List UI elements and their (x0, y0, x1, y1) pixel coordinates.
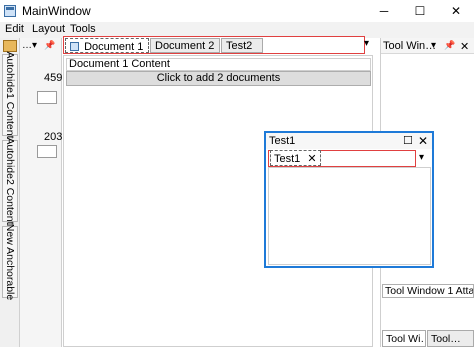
document-icon (70, 42, 79, 51)
menu-edit[interactable]: Edit (5, 23, 24, 35)
maximize-button[interactable]: ☐ (402, 0, 438, 22)
autohide-tab-2[interactable]: Autohide2 Content (2, 137, 18, 225)
menu-tools[interactable]: Tools (70, 23, 96, 35)
add-documents-button[interactable]: Click to add 2 documents (66, 71, 371, 86)
right-pane-pin-icon[interactable]: 📌 (444, 40, 455, 51)
autohide-folder-icon[interactable] (3, 40, 17, 52)
right-pane-title: Tool Win… (383, 40, 437, 52)
floating-window-body (268, 167, 431, 265)
tab-test2-label: Test2 (226, 40, 253, 52)
floating-window-title: Test1 (269, 135, 296, 147)
tab-test1-close-icon[interactable]: ✕ (307, 153, 316, 165)
autohide-tab-3-label: New Anchorable (4, 223, 16, 301)
autohide-tab-1-label: Autohide1 Content (4, 51, 16, 139)
menu-layout[interactable]: Layout (32, 23, 65, 35)
left-pane-input-2[interactable] (37, 145, 57, 158)
tab-tool-window-2[interactable]: Tool… (427, 330, 474, 347)
tab-test1[interactable]: Test1 ✕ (270, 150, 321, 166)
minimize-button[interactable]: ─ (366, 0, 402, 22)
right-pane-menu-icon[interactable]: ▾ (431, 40, 436, 51)
tab-document-2[interactable]: Document 2 (150, 38, 220, 53)
floating-maximize-button[interactable]: ☐ (403, 134, 413, 147)
tab-test1-label: Test1 (274, 153, 301, 165)
document-content-label: Document 1 Content (66, 58, 371, 71)
window-title: MainWindow (22, 4, 91, 18)
tab-document-2-label: Document 2 (155, 40, 215, 52)
autohide-tab-1[interactable]: Autohide1 Content (2, 51, 18, 139)
autohide-tab-2-label: Autohide2 Content (4, 137, 16, 225)
autohide-tab-new-anchorable[interactable]: New Anchorable (2, 223, 18, 301)
left-pane-input-1[interactable] (37, 91, 57, 104)
tab-document-1[interactable]: Document 1 ✕ (65, 38, 159, 53)
left-pane-menu-icon[interactable]: …▾ (22, 40, 37, 51)
close-button[interactable]: ✕ (438, 0, 474, 22)
left-pane-value-2: 203 (44, 131, 63, 143)
document-overflow-icon[interactable]: ▾ (364, 38, 369, 49)
left-anchorable-pane (20, 38, 62, 347)
floating-overflow-icon[interactable]: ▾ (419, 152, 424, 163)
app-icon (4, 5, 16, 17)
floating-close-button[interactable]: ✕ (418, 134, 428, 148)
tab-tool-window-1[interactable]: Tool Wi… (382, 330, 426, 347)
right-pane-close-icon[interactable]: ✕ (460, 40, 469, 53)
left-pane-value-1: 459 (44, 72, 63, 84)
tab-document-1-label: Document 1 (84, 41, 144, 53)
left-pane-pin-icon[interactable]: 📌 (44, 40, 55, 51)
tool-window-attached-label: Tool Window 1 Attached (382, 284, 474, 298)
tab-test2[interactable]: Test2 (221, 38, 263, 53)
